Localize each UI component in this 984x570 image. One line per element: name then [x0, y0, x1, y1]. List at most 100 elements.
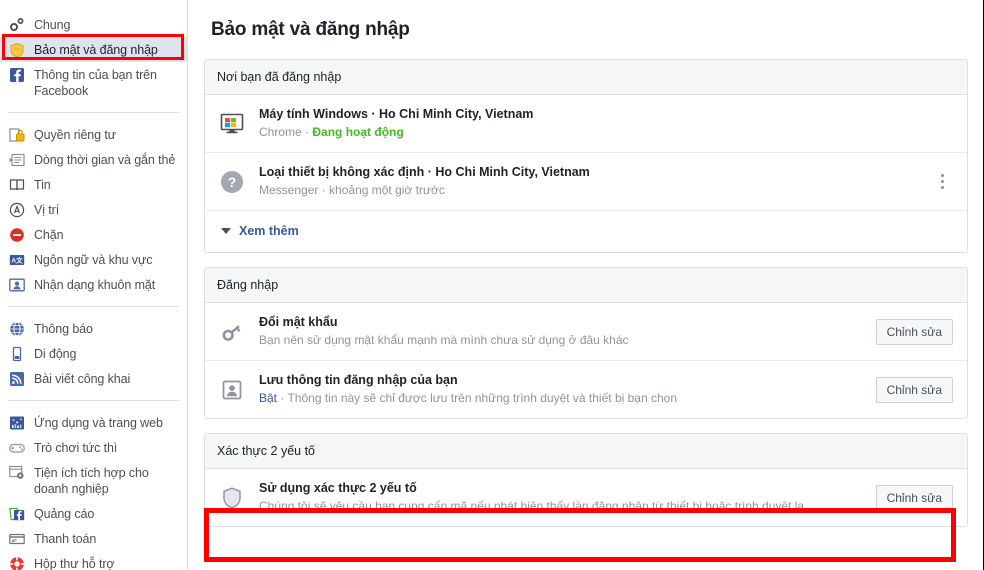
sidebar-item-label: Chặn [34, 228, 64, 242]
session-title: Loại thiết bị không xác định · Ho Chi Mi… [259, 165, 590, 179]
edit-password-button[interactable]: Chỉnh sửa [875, 318, 953, 345]
sidebar-item-ads[interactable]: Quảng cáo [0, 501, 187, 526]
session-row[interactable]: Máy tính Windows · Ho Chi Minh City, Vie… [205, 95, 967, 153]
session-options-menu-icon[interactable] [931, 170, 953, 194]
sidebar-item-face-recognition[interactable]: Nhận dạng khuôn mặt [0, 272, 187, 297]
sidebar-divider [8, 400, 179, 401]
two-factor-card: Xác thực 2 yếu tố Sử dụng xác thực 2 yếu… [204, 433, 968, 527]
sidebar-item-public-posts[interactable]: Bài viết công khai [0, 366, 187, 391]
session-last-active: khoảng một giờ trước [329, 183, 445, 197]
sidebar-group: Chung Bảo mật và đăng nhập Thông tin của b… [0, 12, 187, 103]
sidebar-item-blocking[interactable]: Chặn [0, 222, 187, 247]
session-row[interactable]: ? Loại thiết bị không xác định · Ho Chi … [205, 153, 967, 211]
sessions-card-header: Nơi bạn đã đăng nhập [205, 60, 967, 95]
settings-main-content: Bảo mật và đăng nhập Nơi bạn đã đăng nhậ… [188, 0, 984, 570]
sidebar-item-label: Quyền riêng tư [34, 128, 117, 142]
business-integrations-icon [9, 465, 25, 481]
book-icon [9, 177, 25, 193]
windows-monitor-icon [219, 111, 245, 137]
session-browser: Chrome [259, 125, 302, 139]
save-login-description: · Thông tin này sẽ chỉ được lưu trên nhữ… [277, 391, 677, 405]
session-row-body: Máy tính Windows · Ho Chi Minh City, Vie… [259, 106, 953, 141]
session-browser: Messenger [259, 183, 319, 197]
sidebar-item-business-integrations[interactable]: Tiện ích tích hợp cho doanh nghiệp [0, 460, 187, 501]
lock-icon [9, 127, 25, 143]
sidebar-item-language-region[interactable]: A文 Ngôn ngữ và khu vực [0, 247, 187, 272]
sidebar-item-label: Hộp thư hỗ trợ [34, 557, 115, 570]
sidebar-item-label: Thông báo [34, 322, 93, 336]
save-login-icon [219, 377, 245, 403]
sidebar-item-apps-websites[interactable]: Ứng dụng và trang web [0, 410, 187, 435]
sidebar-item-label: Tiện ích tích hợp cho doanh nghiệp [34, 466, 149, 496]
sidebar-item-timeline-tagging[interactable]: Dòng thời gian và gắn thẻ [0, 147, 187, 172]
sidebar-item-your-facebook-info[interactable]: Thông tin của bạn trên Facebook [0, 62, 187, 103]
gamepad-icon [9, 440, 25, 456]
twofactor-body: Sử dụng xác thực 2 yếu tố Chúng tôi sẽ y… [259, 480, 866, 515]
change-password-row[interactable]: Đổi mật khẩu Bạn nên sử dụng mật khẩu mạ… [205, 303, 967, 361]
sidebar-item-label: Thanh toán [34, 532, 97, 546]
chevron-down-icon [221, 228, 231, 234]
timeline-icon [9, 152, 25, 168]
sidebar-item-privacy[interactable]: Quyền riêng tư [0, 122, 187, 147]
sidebar-item-label: Di động [34, 347, 77, 361]
sidebar-item-support-inbox[interactable]: Hộp thư hỗ trợ [0, 551, 187, 570]
shield-outline-icon [219, 485, 245, 511]
sidebar-item-label: Ngôn ngữ và khu vực [34, 253, 153, 267]
session-separator: · [318, 183, 330, 197]
session-status-active: Đang hoạt động [312, 125, 404, 139]
twofactor-subtitle: Chúng tôi sẽ yêu cầu bạn cung cấp mã nếu… [259, 499, 808, 513]
session-row-body: Loại thiết bị không xác định · Ho Chi Mi… [259, 164, 923, 199]
change-password-body: Đổi mật khẩu Bạn nên sử dụng mật khẩu mạ… [259, 314, 866, 349]
see-more-sessions-button[interactable]: Xem thêm [205, 211, 967, 252]
see-more-label: Xem thêm [239, 224, 299, 238]
session-separator: · [301, 125, 313, 139]
face-recognition-icon [9, 277, 25, 293]
twofactor-row[interactable]: Sử dụng xác thực 2 yếu tố Chúng tôi sẽ y… [205, 469, 967, 526]
language-icon: A文 [9, 252, 25, 268]
two-factor-card-header: Xác thực 2 yếu tố [205, 434, 967, 469]
sidebar-item-label: Tin [34, 178, 51, 192]
sidebar-item-mobile[interactable]: Di động [0, 341, 187, 366]
edit-twofactor-button[interactable]: Chỉnh sửa [875, 484, 953, 511]
payments-icon [9, 531, 25, 547]
unknown-device-icon: ? [219, 169, 245, 195]
sidebar-item-general[interactable]: Chung [0, 12, 187, 37]
location-icon [9, 202, 25, 218]
save-login-info-subtitle: Bật · Thông tin này sẽ chỉ được lưu trên… [259, 390, 866, 407]
sidebar-divider [8, 306, 179, 307]
sidebar-item-label: Quảng cáo [34, 507, 95, 521]
gears-icon [9, 17, 25, 33]
globe-icon [9, 321, 25, 337]
sidebar-item-label: Chung [34, 18, 71, 32]
session-subtitle: Chrome · Đang hoạt động [259, 124, 953, 141]
sidebar-group: Quyền riêng tư Dòng thời gian và gắn thẻ T… [0, 122, 187, 297]
login-card: Đăng nhập Đổi mật khẩu Bạn nên sử dụng m… [204, 267, 968, 419]
block-icon [9, 227, 25, 243]
page-title: Bảo mật và đăng nhập [211, 19, 410, 40]
svg-text:?: ? [228, 174, 237, 190]
sidebar-item-instant-games[interactable]: Trò chơi tức thì [0, 435, 187, 460]
key-icon [219, 319, 245, 345]
sidebar-item-notifications[interactable]: Thông báo [0, 316, 187, 341]
change-password-title: Đổi mật khẩu [259, 315, 338, 329]
sidebar-divider [8, 112, 179, 113]
sidebar-item-label: Nhận dạng khuôn mặt [34, 278, 156, 292]
edit-save-login-button[interactable]: Chỉnh sửa [875, 376, 953, 403]
sidebar-item-security-login[interactable]: Bảo mật và đăng nhập [0, 37, 187, 62]
sidebar-item-payments[interactable]: Thanh toán [0, 526, 187, 551]
change-password-subtitle: Bạn nên sử dụng mật khẩu mạnh mà mình ch… [259, 333, 629, 347]
save-login-info-title: Lưu thông tin đăng nhập của bạn [259, 373, 458, 387]
sidebar-group: Ứng dụng và trang web Trò chơi tức thì Tiệ… [0, 410, 187, 570]
apps-icon [9, 415, 25, 431]
sidebar-item-stories[interactable]: Tin [0, 172, 187, 197]
save-login-status[interactable]: Bật [259, 391, 277, 405]
facebook-icon [9, 67, 25, 83]
mobile-icon [9, 346, 25, 362]
sidebar-item-location[interactable]: Vị trí [0, 197, 187, 222]
save-login-info-row[interactable]: Lưu thông tin đăng nhập của bạn Bật · Th… [205, 361, 967, 418]
sidebar-group: Thông báo Di động Bài viết công khai [0, 316, 187, 391]
facebook-settings-page: Chung Bảo mật và đăng nhập Thông tin của b… [0, 0, 984, 570]
shield-badge-icon [9, 42, 25, 58]
sidebar-item-label: Bảo mật và đăng nhập [34, 43, 158, 57]
svg-text:A文: A文 [11, 256, 23, 265]
